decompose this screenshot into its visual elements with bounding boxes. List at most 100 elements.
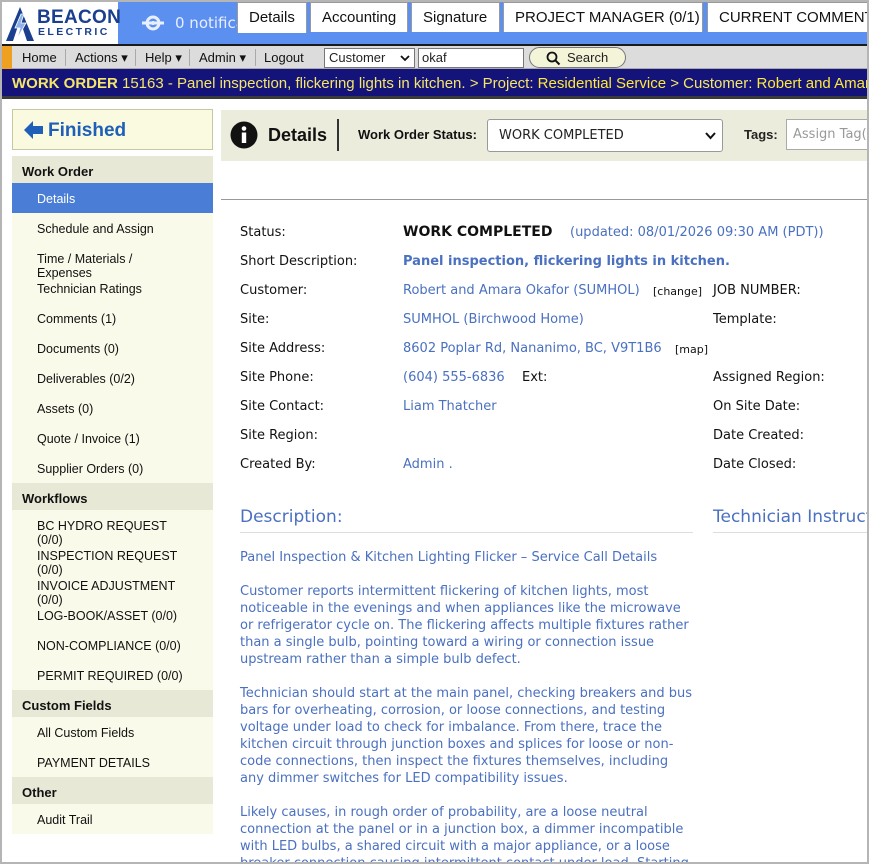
menu-divider	[135, 49, 136, 66]
sidebar-item-documents[interactable]: Documents (0)	[12, 333, 213, 363]
search-icon	[546, 51, 561, 66]
sidebar-item-quote-invoice[interactable]: Quote / Invoice (1)	[12, 423, 213, 453]
tab-current-commentary[interactable]: CURRENT COMMENTARY	[707, 2, 867, 32]
site-link[interactable]: SUMHOL (Birchwood Home)	[403, 312, 584, 327]
sidebar-item-time-materials[interactable]: Time / Materials / Expenses	[12, 243, 213, 280]
sidebar-item-assets[interactable]: Assets (0)	[12, 393, 213, 423]
sidebar-section-custom-fields: Custom Fields	[12, 690, 213, 717]
description-rule	[240, 532, 693, 533]
description-paragraph-1: Customer reports intermittent flickering…	[240, 584, 689, 667]
site-contact-link[interactable]: Liam Thatcher	[403, 399, 497, 414]
status-updated: (updated: 08/01/2026 09:30 AM (PDT))	[570, 225, 824, 240]
status-label: Status:	[240, 225, 286, 240]
site-phone-label: Site Phone:	[240, 370, 314, 385]
beacon-logo-icon	[6, 7, 34, 41]
description-paragraph-3: Likely causes, in rough order of probabi…	[240, 805, 689, 864]
search-button-label: Search	[567, 50, 609, 65]
site-region-label: Site Region:	[240, 428, 318, 443]
menu-accent	[2, 46, 12, 69]
menu-logout[interactable]: Logout	[264, 50, 304, 65]
tags-input[interactable]: Assign Tag(s)	[786, 119, 867, 150]
sidebar-item-comments[interactable]: Comments (1)	[12, 303, 213, 333]
menu-admin[interactable]: Admin ▾	[199, 50, 246, 66]
sidebar-item-payment-details[interactable]: PAYMENT DETAILS	[12, 747, 213, 777]
short-description-value: Panel inspection, flickering lights in k…	[403, 254, 730, 269]
created-by-link[interactable]: Admin .	[403, 457, 453, 472]
sidebar-section-work-order: Work Order	[12, 156, 213, 183]
search-button[interactable]: Search	[529, 47, 626, 68]
sidebar-section-workflows: Workflows	[12, 483, 213, 510]
sidebar-item-supplier-orders[interactable]: Supplier Orders (0)	[12, 453, 213, 483]
tags-label: Tags:	[744, 127, 778, 142]
tab-accounting[interactable]: Accounting	[310, 2, 408, 32]
menu-bar: Home Actions ▾ Help ▾ Admin ▾ Logout Cus…	[2, 44, 867, 69]
work-order-status-value: WORK COMPLETED	[499, 128, 624, 143]
ext-label: Ext:	[522, 370, 548, 385]
description-paragraph-2: Technician should start at the main pane…	[240, 686, 693, 786]
site-label: Site:	[240, 312, 270, 327]
technician-rule	[713, 532, 867, 533]
sidebar-item-all-custom-fields[interactable]: All Custom Fields	[12, 717, 213, 747]
wo-summary: - Panel inspection, flickering lights in…	[167, 75, 466, 92]
date-created-label: Date Created:	[713, 428, 805, 443]
bell-slash-icon[interactable]	[140, 12, 166, 34]
site-address-value: 8602 Poplar Rd, Nananimo, BC, V9T1B6	[403, 341, 662, 356]
technician-instructions-title: Technician Instructions:	[713, 507, 867, 527]
sidebar-item-audit-trail[interactable]: Audit Trail	[12, 804, 213, 834]
sidebar-item-bc-hydro[interactable]: BC HYDRO REQUEST (0/0)	[12, 510, 213, 547]
tab-underline	[221, 199, 867, 200]
search-scope-select[interactable]: Customer	[324, 48, 415, 68]
status-value: WORK COMPLETED	[403, 224, 553, 240]
work-order-breadcrumb: WORK ORDER 15163 - Panel inspection, fli…	[2, 69, 867, 99]
site-address-label: Site Address:	[240, 341, 326, 356]
details-header: Details Work Order Status: WORK COMPLETE…	[221, 110, 867, 161]
menu-home[interactable]: Home	[22, 50, 57, 65]
assigned-region-label: Assigned Region:	[713, 370, 825, 385]
menu-divider	[65, 49, 66, 66]
arrow-left-icon	[24, 121, 43, 139]
page-title: Details	[268, 125, 328, 145]
menu-divider	[255, 49, 256, 66]
map-link[interactable]: [map]	[675, 343, 708, 356]
wo-prefix: WORK ORDER	[12, 75, 118, 92]
brand-subname: ELECTRIC	[38, 26, 110, 38]
menu-actions[interactable]: Actions ▾	[75, 50, 128, 66]
sidebar-section-other: Other	[12, 777, 213, 804]
work-order-status-select[interactable]: WORK COMPLETED	[487, 119, 723, 152]
finished-button[interactable]: Finished	[12, 109, 213, 150]
template-label: Template:	[713, 312, 777, 327]
sidebar-item-deliverables[interactable]: Deliverables (0/2)	[12, 363, 213, 393]
customer-link[interactable]: Robert and Amara Okafor (SUMHOL)	[403, 283, 640, 298]
menu-divider	[189, 49, 190, 66]
menu-help[interactable]: Help ▾	[145, 50, 182, 66]
site-phone-value[interactable]: (604) 555-6836	[403, 370, 505, 385]
sidebar: Finished Work Order Details Schedule and…	[12, 109, 213, 834]
description-title: Description:	[240, 507, 343, 527]
logo[interactable]: BEACON ELECTRIC	[2, 2, 121, 44]
sidebar-item-permit-required[interactable]: PERMIT REQUIRED (0/0)	[12, 660, 213, 690]
search-input[interactable]: okaf	[418, 48, 524, 68]
wo-project-label: > Project:	[469, 75, 534, 92]
short-description-label: Short Description:	[240, 254, 358, 269]
tab-details[interactable]: Details	[237, 2, 307, 33]
app-window: BEACON ELECTRIC 0 notifications Home Act…	[0, 0, 869, 864]
wo-number: 15163	[122, 75, 164, 92]
wo-customer-link[interactable]: Robert and Amara Okafor (SUMHOL)	[757, 75, 867, 92]
tab-signature[interactable]: Signature	[411, 2, 500, 32]
chevron-down-icon	[705, 132, 716, 140]
on-site-date-label: On Site Date:	[713, 399, 801, 414]
date-closed-label: Date Closed:	[713, 457, 797, 472]
chevron-down-icon	[400, 55, 410, 62]
job-number-label: JOB NUMBER:	[713, 283, 801, 298]
search-scope-value: Customer	[329, 50, 386, 65]
sidebar-item-details[interactable]: Details	[12, 183, 213, 213]
site-contact-label: Site Contact:	[240, 399, 325, 414]
sidebar-item-non-compliance[interactable]: NON-COMPLIANCE (0/0)	[12, 630, 213, 660]
wo-customer-label: > Customer:	[670, 75, 753, 92]
header-divider	[337, 119, 339, 151]
tab-project-manager[interactable]: PROJECT MANAGER (0/1)	[503, 2, 703, 32]
change-customer-link[interactable]: [change]	[653, 285, 702, 298]
wo-project-link[interactable]: Residential Service	[538, 75, 666, 92]
sidebar-item-schedule[interactable]: Schedule and Assign	[12, 213, 213, 243]
customer-label: Customer:	[240, 283, 308, 298]
